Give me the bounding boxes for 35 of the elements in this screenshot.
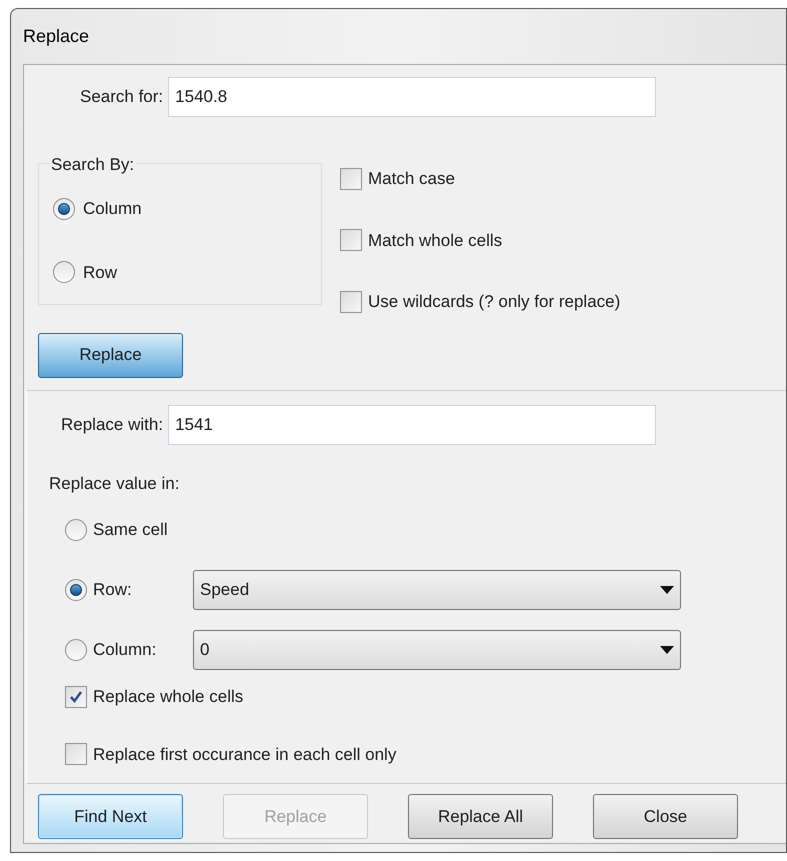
checkbox[interactable] xyxy=(65,743,87,766)
dialog-button[interactable]: Replace All xyxy=(408,794,553,839)
caret-down-icon xyxy=(660,646,674,654)
checkmark-icon xyxy=(68,688,84,705)
checkbox-label: Match whole cells xyxy=(368,230,502,252)
radio-label: Row: xyxy=(93,579,133,602)
checkbox[interactable] xyxy=(340,290,362,313)
checkbox[interactable] xyxy=(340,168,362,190)
dropdown[interactable]: 0 xyxy=(193,630,681,670)
radio-label: Same cell xyxy=(93,519,169,542)
replace-value-in-label: Replace value in: xyxy=(49,472,180,494)
dialog-button[interactable]: Close xyxy=(593,794,738,839)
search-field[interactable]: 1540.8 xyxy=(168,77,656,117)
caret-down-icon xyxy=(660,586,674,594)
dialog-button[interactable]: Find Next xyxy=(38,794,183,839)
checkbox-label: Match case xyxy=(368,168,455,190)
checkbox[interactable] xyxy=(340,229,362,252)
radio-button[interactable] xyxy=(65,639,87,661)
dropdown[interactable]: Speed xyxy=(193,570,681,610)
radio-button[interactable] xyxy=(53,198,75,220)
replace-with-label: Replace with: xyxy=(61,414,164,436)
checkbox-label: Replace first occurance in each cell only xyxy=(93,744,396,766)
search-for-label: Search for: xyxy=(80,86,164,108)
radio-button[interactable] xyxy=(65,579,87,601)
radio-button[interactable] xyxy=(65,519,87,541)
radio-label: Column: xyxy=(93,639,158,662)
radio-button[interactable] xyxy=(53,261,75,284)
checkbox[interactable] xyxy=(65,686,87,708)
window-title: Replace xyxy=(23,25,90,48)
checkbox-label: Replace whole cells xyxy=(93,686,244,708)
checkbox-label: Use wildcards (? only for replace) xyxy=(368,291,620,313)
replace-toggle-button[interactable]: Replace xyxy=(38,332,183,378)
radio-label: Column xyxy=(83,198,142,220)
replace-field[interactable]: 1541 xyxy=(168,404,656,444)
radio-label: Row xyxy=(83,262,118,284)
